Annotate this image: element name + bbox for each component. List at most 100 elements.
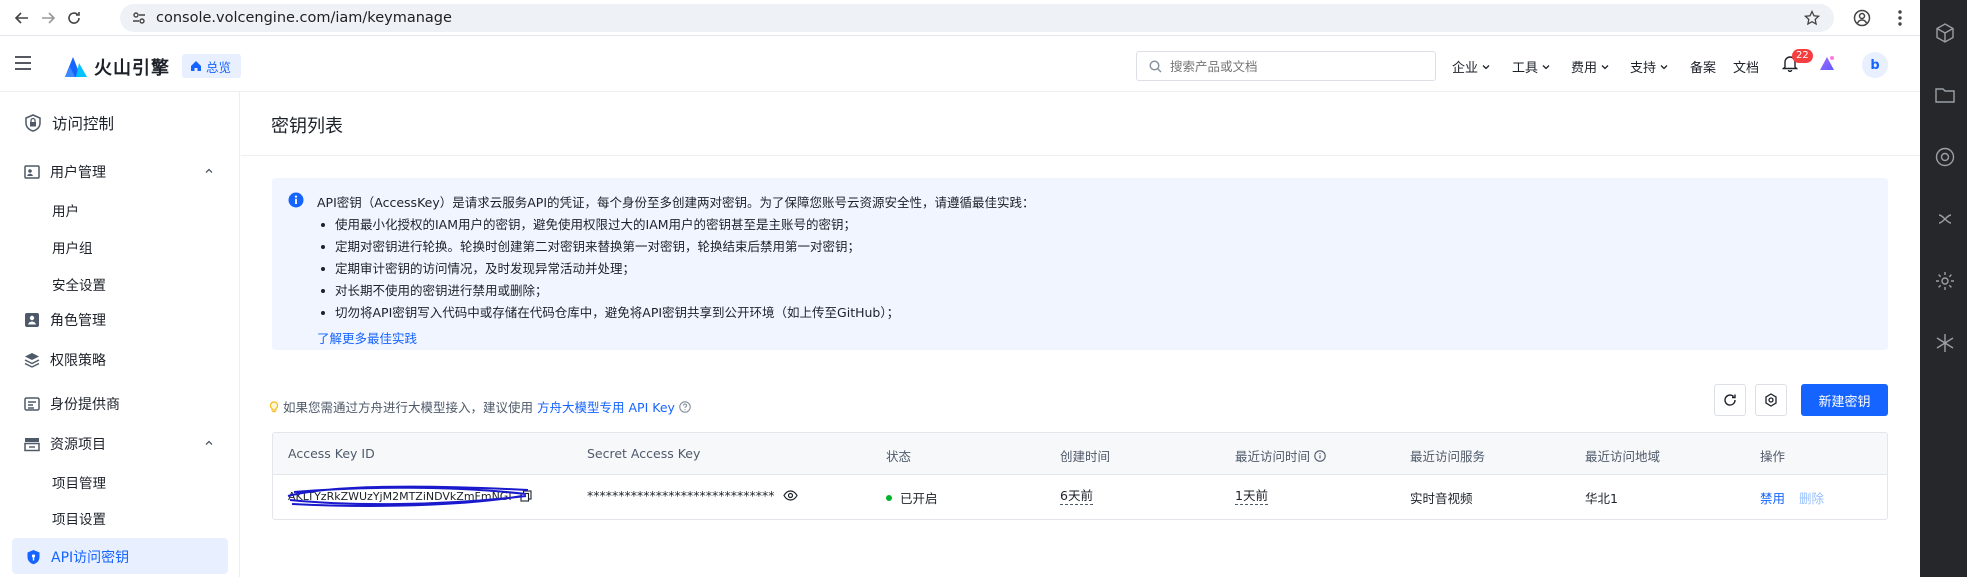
profile-icon[interactable]: [1852, 8, 1872, 28]
menu-tools-label: 工具: [1512, 61, 1539, 76]
alert-intro: API密钥（AccessKey）是请求云服务API的凭证，每个身份至多创建两对密…: [317, 195, 1035, 210]
help-circle-icon[interactable]: [679, 400, 691, 413]
alert-item: 使用最小化授权的IAM用户的密钥，避免使用权限过大的IAM用户的密钥甚至是主账号…: [317, 214, 899, 236]
access-key-id: AKLTYzRkZWUzYjM2MTZiNDVkZmFmNGI: [287, 485, 529, 507]
user-card-icon: [24, 165, 40, 179]
alert-item: 对长期不使用的密钥进行禁用或删除；: [317, 280, 899, 302]
site-info-icon[interactable]: [132, 11, 146, 25]
create-key-button[interactable]: 新建密钥: [1801, 384, 1888, 416]
refresh-icon: [1724, 394, 1736, 406]
sidebar-item-policies[interactable]: 权限策略: [24, 350, 106, 370]
home-icon: [190, 60, 202, 72]
sidebar-item-roles[interactable]: 角色管理: [24, 310, 106, 330]
sidebar-item-label: 身份提供商: [50, 397, 120, 413]
brand-name: 火山引擎: [94, 58, 170, 79]
created-time[interactable]: 6天前: [1060, 488, 1093, 505]
column-header-last-access: 最近访问时间: [1235, 446, 1326, 465]
column-header: 最近访问服务: [1410, 449, 1486, 464]
chevron-down-icon: [1601, 64, 1609, 69]
reload-icon[interactable]: [64, 8, 84, 28]
back-icon[interactable]: [12, 8, 32, 28]
sidebar-item-identity-providers[interactable]: 身份提供商: [24, 394, 120, 414]
delete-key-link[interactable]: 删除: [1799, 488, 1824, 507]
disable-key-link[interactable]: 禁用: [1760, 488, 1785, 507]
page-title: 密钥列表: [271, 116, 343, 137]
status-dot: [886, 494, 892, 501]
sidebar-group-label: 用户管理: [50, 165, 106, 181]
learn-more-link[interactable]: 了解更多最佳实践: [317, 328, 417, 347]
column-header: Access Key ID: [288, 446, 375, 461]
sidebar-item-user-groups[interactable]: 用户组: [52, 237, 93, 257]
best-practice-alert: API密钥（AccessKey）是请求云服务API的凭证，每个身份至多创建两对密…: [272, 178, 1888, 350]
search-input[interactable]: [1170, 58, 1420, 74]
tip-text: 如果您需通过方舟进行大模型接入，建议使用: [283, 400, 534, 415]
hamburger-menu-icon[interactable]: [14, 55, 32, 71]
menu-tools[interactable]: 工具: [1512, 57, 1551, 76]
role-icon: [25, 313, 39, 327]
alert-item: 切勿将API密钥写入代码中或存储在代码仓库中，避免将API密钥共享到公开环境（如…: [317, 302, 899, 324]
last-access-time[interactable]: 1天前: [1235, 488, 1268, 505]
sidebar-item-project-management[interactable]: 项目管理: [52, 472, 106, 492]
secret-key-cell: ******************************: [587, 488, 798, 503]
column-header: 状态: [886, 449, 912, 464]
menu-support[interactable]: 支持: [1630, 57, 1669, 76]
column-settings-button[interactable]: [1755, 384, 1787, 416]
overview-label: 总览: [206, 59, 232, 75]
lightbulb-icon: [269, 400, 279, 412]
address-bar[interactable]: console.volcengine.com/iam/keymanage: [120, 4, 1834, 32]
table-header: Access Key ID Secret Access Key 状态 创建时间 …: [273, 433, 1887, 475]
aperture-icon[interactable]: [1934, 146, 1956, 168]
sidebar-item-project-settings[interactable]: 项目设置: [52, 508, 106, 528]
column-header: 操作: [1760, 449, 1786, 464]
infinity-icon[interactable]: [1934, 208, 1956, 230]
chevron-up-icon[interactable]: [204, 166, 214, 176]
column-header: 创建时间: [1060, 449, 1111, 464]
chevron-down-icon: [1660, 64, 1668, 69]
volcano-logo-icon: [64, 56, 88, 78]
last-region-cell: 华北1: [1585, 491, 1618, 506]
forward-icon[interactable]: [38, 8, 58, 28]
eye-icon[interactable]: [782, 490, 798, 501]
last-access-cell: 1天前: [1235, 488, 1268, 505]
column-header: 最近访问地域: [1585, 449, 1661, 464]
info-icon: [288, 192, 304, 208]
sidebar-item-security-settings[interactable]: 安全设置: [52, 274, 106, 294]
search-box[interactable]: [1136, 51, 1436, 81]
menu-enterprise[interactable]: 企业: [1452, 57, 1491, 76]
gear-icon: [1765, 393, 1777, 407]
sidebar-item-users[interactable]: 用户: [52, 200, 79, 220]
ai-assistant-icon[interactable]: [1818, 54, 1836, 72]
sidebar-group-label: 资源项目: [50, 437, 106, 453]
ark-api-key-link[interactable]: 方舟大模型专用 API Key: [537, 397, 675, 416]
divider: [241, 155, 1920, 156]
alert-list: 使用最小化授权的IAM用户的密钥，避免使用权限过大的IAM用户的密钥甚至是主账号…: [317, 214, 899, 324]
browser-toolbar: console.volcengine.com/iam/keymanage: [0, 0, 1920, 36]
info-outline-icon[interactable]: [1314, 449, 1326, 462]
created-cell: 6天前: [1060, 488, 1093, 505]
sidebar: 访问控制 用户管理 用户 用户组 安全设置 角色管理 权限策略 身份提供商 资源…: [0, 92, 240, 577]
sidebar-item-api-keys[interactable]: API访问密钥: [26, 547, 129, 567]
redaction-scribble: [287, 485, 529, 507]
browser-menu-icon[interactable]: [1890, 8, 1910, 28]
link-icp[interactable]: 备案: [1690, 57, 1716, 76]
refresh-button[interactable]: [1714, 384, 1746, 416]
sidebar-item-label: API访问密钥: [51, 550, 130, 566]
overview-button[interactable]: 总览: [182, 54, 242, 78]
sidebar-group-user-management[interactable]: 用户管理: [24, 162, 106, 182]
chevron-up-icon[interactable]: [204, 438, 214, 448]
url-text[interactable]: console.volcengine.com/iam/keymanage: [156, 10, 452, 26]
link-docs[interactable]: 文档: [1733, 57, 1759, 76]
bookmark-star-icon[interactable]: [1804, 10, 1820, 26]
sparkle-icon[interactable]: [1934, 332, 1956, 354]
app-header: 火山引擎 总览 企业 工具 费用 支持 备案 文档 22 b: [0, 37, 1920, 92]
gear-icon[interactable]: [1934, 270, 1956, 292]
key-table: Access Key ID Secret Access Key 状态 创建时间 …: [272, 432, 1888, 520]
brand-logo[interactable]: 火山引擎: [64, 54, 170, 80]
actions-cell: 禁用 删除: [1760, 488, 1824, 507]
cube-icon[interactable]: [1934, 22, 1956, 44]
sidebar-group-resource-projects[interactable]: 资源项目: [24, 434, 106, 454]
user-avatar[interactable]: b: [1862, 52, 1888, 78]
chevron-down-icon: [1482, 64, 1490, 69]
folder-icon[interactable]: [1934, 84, 1956, 106]
menu-billing[interactable]: 费用: [1571, 57, 1610, 76]
